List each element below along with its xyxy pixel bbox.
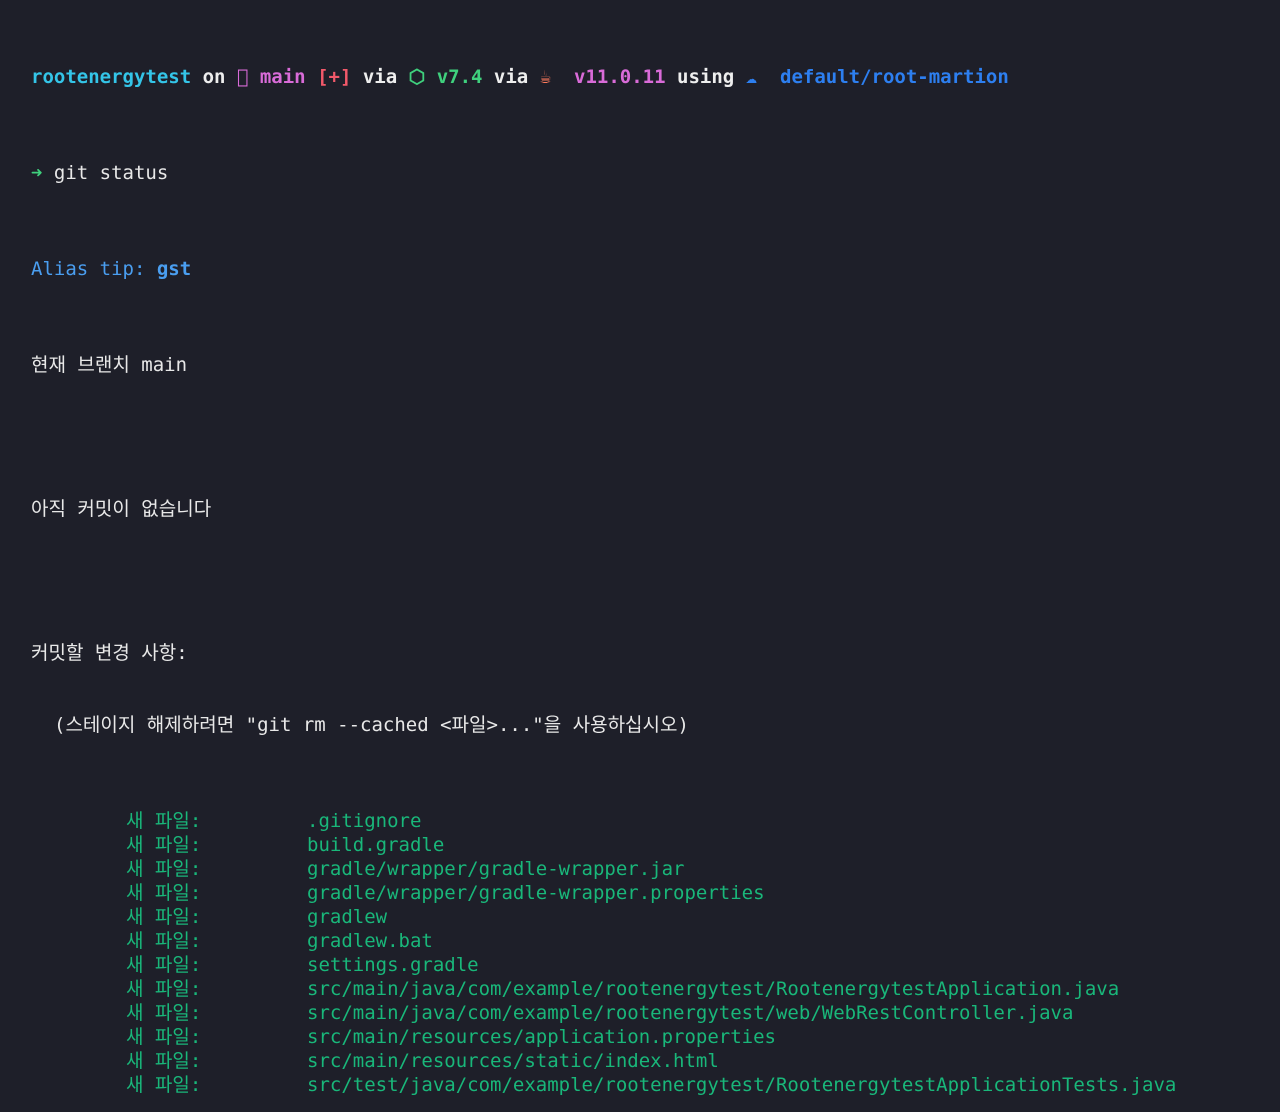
no-commits-message: 아직 커밋이 없습니다 bbox=[31, 498, 212, 520]
staged-file-path[interactable]: build.gradle bbox=[307, 834, 444, 856]
staged-file-row: 새 파일: src/main/java/com/example/rootenerg… bbox=[31, 977, 1280, 1001]
alias-tip-value: gst bbox=[156, 258, 192, 280]
prompt-via-label-2: via bbox=[493, 66, 529, 88]
staged-file-path[interactable]: gradlew bbox=[307, 906, 387, 928]
changes-header: 커밋할 변경 사항: bbox=[31, 642, 188, 664]
prompt-java-version: v11.0.11 bbox=[574, 66, 666, 88]
staged-file-row: 새 파일: src/main/resources/static/index.htm… bbox=[31, 1049, 1280, 1073]
java-coffee-icon: ☕ bbox=[539, 66, 552, 88]
alias-tip-label: Alias tip: bbox=[31, 258, 146, 280]
prompt-cloud-context: default/root-martion bbox=[780, 66, 1009, 88]
cloud-icon: ☁ bbox=[745, 66, 758, 88]
prompt-on-label: on bbox=[202, 66, 226, 88]
staged-file-row: 새 파일: src/main/java/com/example/rootenerg… bbox=[31, 1001, 1280, 1025]
command-line[interactable]: ➜ git status bbox=[31, 161, 1280, 185]
staged-file-label: 새 파일: bbox=[126, 882, 202, 904]
staged-file-path[interactable]: gradle/wrapper/gradle-wrapper.properties bbox=[307, 882, 765, 904]
unstage-hint: (스테이지 해제하려면 "git rm --cached <파일>..."을 사… bbox=[31, 713, 1280, 737]
staged-file-row: 새 파일: gradle/wrapper/gradle-wrapper.prope… bbox=[31, 881, 1280, 905]
staged-file-row: 새 파일: src/test/java/com/example/rootenerg… bbox=[31, 1073, 1280, 1097]
staged-file-label: 새 파일: bbox=[126, 1074, 202, 1096]
staged-file-path[interactable]: gradlew.bat bbox=[307, 930, 433, 952]
git-branch-icon:  bbox=[236, 66, 249, 88]
prompt-directory: rootenergytest bbox=[31, 66, 192, 88]
staged-file-path[interactable]: src/main/resources/application.propertie… bbox=[307, 1026, 776, 1048]
staged-file-label: 새 파일: bbox=[126, 930, 202, 952]
staged-file-label: 새 파일: bbox=[126, 906, 202, 928]
prompt-staged-flag: [+] bbox=[317, 66, 352, 88]
prompt-using-label: using bbox=[677, 66, 735, 88]
staged-file-label: 새 파일: bbox=[126, 978, 202, 1000]
staged-file-label: 새 파일: bbox=[126, 810, 202, 832]
staged-file-row: 새 파일: gradlew.bat bbox=[31, 929, 1280, 953]
nodejs-icon: ⬡ bbox=[408, 66, 426, 88]
shell-prompt: rootenergytest on  main [+] via ⬡ v7.4 … bbox=[31, 65, 1280, 89]
staged-file-label: 새 파일: bbox=[126, 1050, 202, 1072]
alias-tip: Alias tip: gst bbox=[31, 257, 1280, 281]
staged-file-row: 새 파일: build.gradle bbox=[31, 833, 1280, 857]
prompt-node-version: v7.4 bbox=[436, 66, 483, 88]
staged-file-row: 새 파일: gradle/wrapper/gradle-wrapper.jar bbox=[31, 857, 1280, 881]
staged-file-row: 새 파일: settings.gradle bbox=[31, 953, 1280, 977]
staged-file-row: 새 파일: src/main/resources/application.prop… bbox=[31, 1025, 1280, 1049]
staged-file-path[interactable]: .gitignore bbox=[307, 810, 421, 832]
staged-file-path[interactable]: src/main/java/com/example/rootenergytest… bbox=[307, 978, 1119, 1000]
command-text[interactable]: git status bbox=[54, 162, 168, 184]
unstage-hint-text: (스테이지 해제하려면 "git rm --cached <파일>..."을 사… bbox=[54, 714, 689, 736]
prompt-branch: main bbox=[259, 66, 306, 88]
terminal-window[interactable]: rootenergytest on  main [+] via ⬡ v7.4 … bbox=[0, 0, 1280, 1096]
prompt-arrow-icon: ➜ bbox=[31, 162, 43, 184]
staged-file-path[interactable]: src/main/resources/static/index.html bbox=[307, 1050, 719, 1072]
staged-file-label: 새 파일: bbox=[126, 858, 202, 880]
staged-file-row: 새 파일: gradlew bbox=[31, 905, 1280, 929]
staged-file-list: 새 파일: .gitignore 새 파일: build.gradle 새 파일: gra… bbox=[31, 809, 1280, 1097]
prompt-via-label: via bbox=[362, 66, 398, 88]
staged-file-path[interactable]: src/test/java/com/example/rootenergytest… bbox=[307, 1074, 1176, 1096]
staged-file-label: 새 파일: bbox=[126, 1026, 202, 1048]
staged-file-path[interactable]: gradle/wrapper/gradle-wrapper.jar bbox=[307, 858, 685, 880]
staged-file-row: 새 파일: .gitignore bbox=[31, 809, 1280, 833]
staged-file-path[interactable]: settings.gradle bbox=[307, 954, 479, 976]
branch-status: 현재 브랜치 main bbox=[31, 354, 188, 376]
staged-file-label: 새 파일: bbox=[126, 954, 202, 976]
staged-file-label: 새 파일: bbox=[126, 1002, 202, 1024]
staged-file-label: 새 파일: bbox=[126, 834, 202, 856]
staged-file-path[interactable]: src/main/java/com/example/rootenergytest… bbox=[307, 1002, 1073, 1024]
